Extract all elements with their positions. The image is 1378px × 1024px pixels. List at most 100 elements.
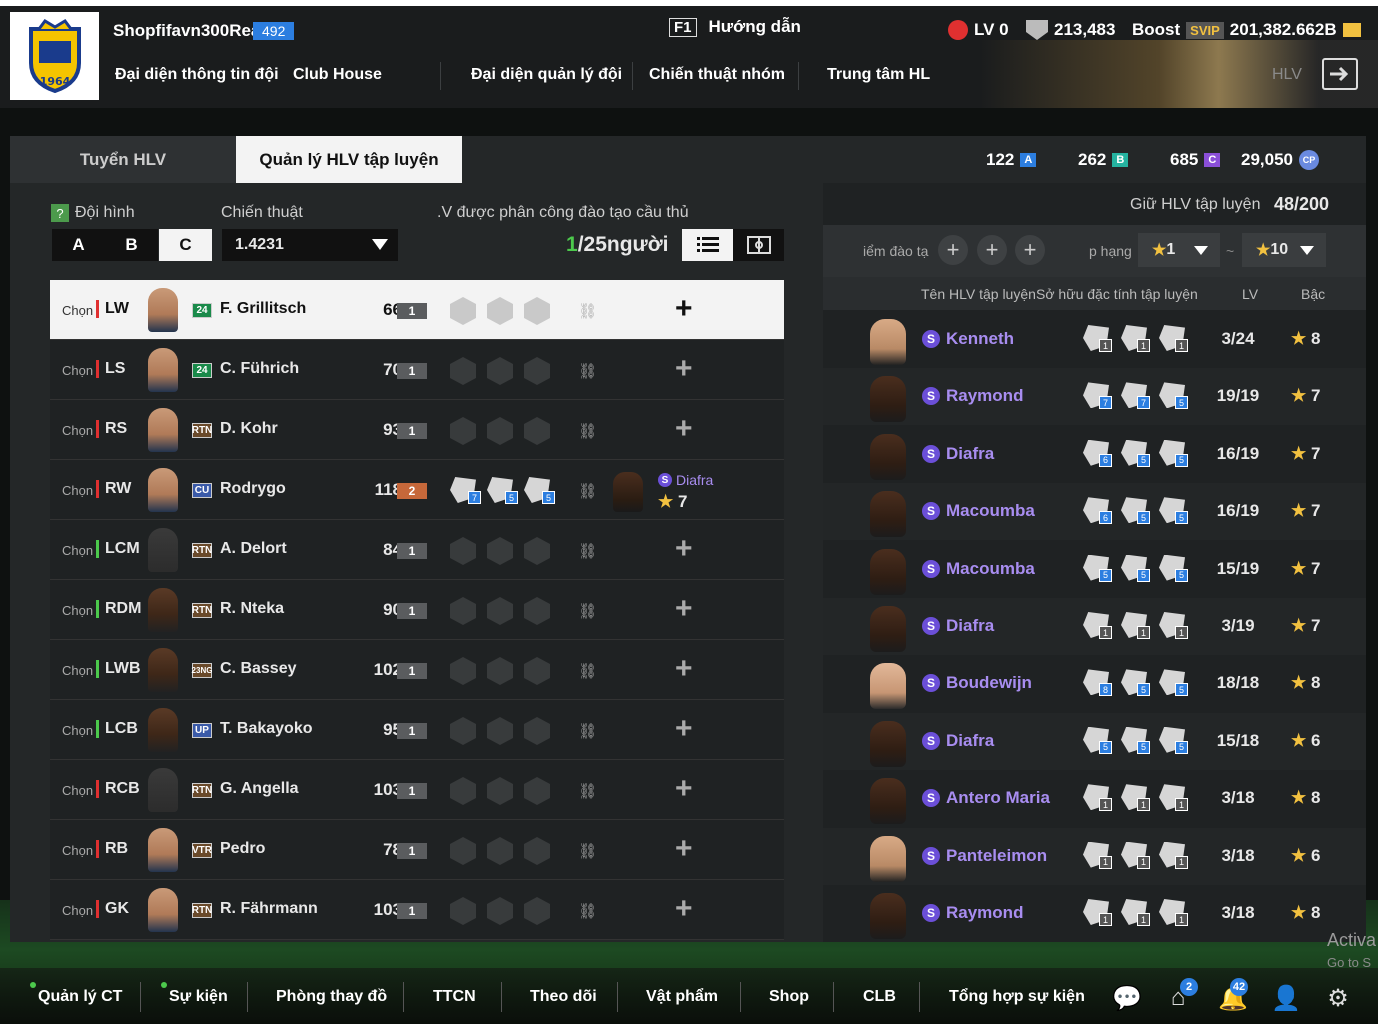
player-row[interactable]: Chọn LWB 23NG C. Bassey 102 1 ⛓ + (50, 640, 784, 700)
coach-row[interactable]: S Diafra 6 5 5 16/19 ★ 7 (823, 425, 1366, 483)
player-row[interactable]: Chọn LCB UP T. Bakayoko 95 1 ⛓ + (50, 700, 784, 760)
boost-display[interactable]: Boost SVIP 201,382.662B (1132, 20, 1361, 40)
coach-row[interactable]: S Macoumba 6 5 5 16/19 ★ 7 (823, 483, 1366, 541)
nav-locker-room[interactable]: Phòng thay đồ (276, 988, 387, 1006)
player-row[interactable]: Chọn RDM RTN R. Nteka 90 1 ⛓ + (50, 580, 784, 640)
star-icon: ★ (1291, 845, 1307, 865)
add-filter-button[interactable]: + (977, 235, 1007, 265)
add-coach-button[interactable]: + (675, 832, 693, 866)
link-icon[interactable]: ⛓ (578, 722, 597, 740)
coach-row[interactable]: S Raymond 7 7 5 19/19 ★ 7 (823, 368, 1366, 426)
nav-ttcn[interactable]: TTCN (433, 988, 476, 1006)
rank-max-dropdown[interactable]: ★ 10 (1242, 233, 1326, 267)
nav-items[interactable]: Vật phẩm (646, 988, 718, 1006)
club-logo[interactable]: 1964 (10, 12, 99, 100)
col-coach-name[interactable]: Tên HLV tập luyện (921, 286, 1036, 302)
player-row[interactable]: Chọn LCM RTN A. Delort 84 1 ⛓ + (50, 520, 784, 580)
nav-team-info[interactable]: Đại diện thông tin đội (115, 66, 279, 84)
link-icon[interactable]: ⛓ (578, 422, 597, 440)
add-coach-button[interactable]: + (675, 412, 693, 446)
level-display[interactable]: LV 0 (948, 20, 1009, 40)
player-row[interactable]: Chọn RS RTN D. Kohr 93 1 ⛓ + (50, 400, 784, 460)
link-icon[interactable]: ⛓ (578, 902, 597, 920)
add-filter-button[interactable]: + (1015, 235, 1045, 265)
squad-b-button[interactable]: B (105, 229, 158, 261)
coach-row[interactable]: S Boudewijn 8 5 5 18/18 ★ 8 (823, 655, 1366, 713)
rank-min-dropdown[interactable]: ★ 1 (1138, 233, 1220, 267)
link-icon[interactable]: ⛓ (578, 362, 597, 380)
guide-button[interactable]: F1 Hướng dẫn (669, 17, 801, 37)
nav-divider (440, 62, 441, 90)
points-a-value: 122 (986, 150, 1015, 169)
add-filter-button[interactable]: + (938, 235, 968, 265)
tab-manage-coach[interactable]: Quản lý HLV tập luyện (236, 136, 462, 183)
col-coach-lv[interactable]: LV (1242, 286, 1258, 302)
link-icon[interactable]: ⛓ (578, 482, 597, 500)
col-coach-traits[interactable]: Sở hữu đặc tính tập luyện (1036, 286, 1198, 302)
add-coach-button[interactable]: + (675, 712, 693, 746)
add-coach-button[interactable]: + (675, 532, 693, 566)
link-icon[interactable]: ⛓ (578, 782, 597, 800)
link-icon[interactable]: ⛓ (578, 842, 597, 860)
tab-recruit-coach[interactable]: Tuyển HLV (10, 136, 236, 183)
squad-c-button[interactable]: C (159, 229, 212, 261)
coach-row[interactable]: S Raymond 1 1 1 3/18 ★ 8 (823, 885, 1366, 942)
player-row[interactable]: Chọn RCB RTN G. Angella 103 1 ⛓ + (50, 760, 784, 820)
exit-button[interactable] (1322, 58, 1358, 90)
player-row[interactable]: Chọn GK RTN R. Fährmann 103 1 ⛓ + (50, 880, 784, 940)
coin-display[interactable]: 213,483 (1026, 20, 1115, 40)
player-row[interactable]: Chọn LW 24 F. Grillitsch 66 1 ⛓ + (50, 280, 784, 340)
col-coach-rank[interactable]: Bậc (1301, 286, 1325, 302)
nav-club-house[interactable]: Club House (293, 66, 382, 84)
keep-coach-label: Giữ HLV tập luyện (1130, 196, 1261, 213)
trait-level-badge: 8 (1099, 683, 1112, 697)
pitch-view-button[interactable] (733, 229, 784, 261)
coach-row[interactable]: S Diafra 5 5 5 15/18 ★ 6 (823, 712, 1366, 770)
nav-events[interactable]: Sự kiện (169, 988, 228, 1006)
player-row[interactable]: Chọn RW CU Rodrygo 118 2 7 5 5 ⛓ S Diafr… (50, 460, 784, 520)
formation-label-group: ? Đội hình (51, 204, 135, 222)
player-ovr: 103 (373, 900, 402, 919)
gear-icon[interactable]: ⚙ (1323, 984, 1353, 1014)
star-icon: ★ (1291, 903, 1307, 922)
coach-avatar (870, 376, 906, 423)
coach-row[interactable]: S Antero Maria 1 1 1 3/18 ★ 8 (823, 770, 1366, 828)
link-icon[interactable]: ⛓ (578, 542, 597, 560)
nav-group-tactics[interactable]: Chiến thuật nhóm (649, 66, 785, 84)
link-icon[interactable]: ⛓ (578, 302, 597, 320)
empty-trait-slot (524, 597, 550, 625)
nav-club[interactable]: CLB (863, 988, 896, 1006)
coach-row[interactable]: S Macoumba 5 5 5 15/19 ★ 7 (823, 540, 1366, 598)
coach-row[interactable]: S Diafra 1 1 1 3/19 ★ 7 (823, 598, 1366, 655)
add-coach-button[interactable]: + (675, 892, 693, 926)
nav-training-center[interactable]: Trung tâm HL (827, 66, 930, 84)
profile-icon[interactable]: 👤 (1271, 984, 1301, 1014)
link-icon[interactable]: ⛓ (578, 662, 597, 680)
coach-name: Boudewijn (946, 673, 1032, 693)
link-icon[interactable]: ⛓ (578, 602, 597, 620)
tactic-dropdown[interactable]: 1.4231 (222, 229, 398, 261)
squad-a-button[interactable]: A (52, 229, 105, 261)
chat-icon[interactable]: 💬 (1112, 984, 1142, 1014)
add-coach-button[interactable]: + (675, 772, 693, 806)
assigned-coach-avatar[interactable] (613, 472, 643, 512)
assigned-coach-name: Diafra (676, 472, 714, 488)
coach-row[interactable]: S Kenneth 1 1 1 3/24 ★ 8 (823, 311, 1366, 368)
trait-level-badge: 1 (1099, 855, 1112, 869)
coach-row[interactable]: S Panteleimon 1 1 1 3/18 ★ 6 (823, 827, 1366, 885)
nav-team-manager[interactable]: Đại diện quản lý đội (471, 66, 622, 84)
player-row[interactable]: Chọn RB VTR Pedro 78 1 ⛓ + (50, 820, 784, 880)
add-coach-button[interactable]: + (675, 352, 693, 386)
help-icon[interactable]: ? (51, 204, 69, 222)
nav-shop[interactable]: Shop (769, 988, 809, 1006)
add-coach-button[interactable]: + (675, 292, 693, 326)
nav-manage-ct[interactable]: Quản lý CT (38, 988, 122, 1006)
nav-event-summary[interactable]: Tổng hợp sự kiện (949, 988, 1085, 1006)
season-badge: RTN (191, 783, 213, 798)
nav-watchlist[interactable]: Theo dõi (530, 988, 597, 1006)
add-coach-button[interactable]: + (675, 592, 693, 626)
player-row[interactable]: Chọn LS 24 C. Führich 70 1 ⛓ + (50, 340, 784, 400)
add-coach-button[interactable]: + (675, 652, 693, 686)
coach-name-group: S Panteleimon (922, 846, 1047, 866)
list-view-button[interactable] (682, 229, 733, 261)
